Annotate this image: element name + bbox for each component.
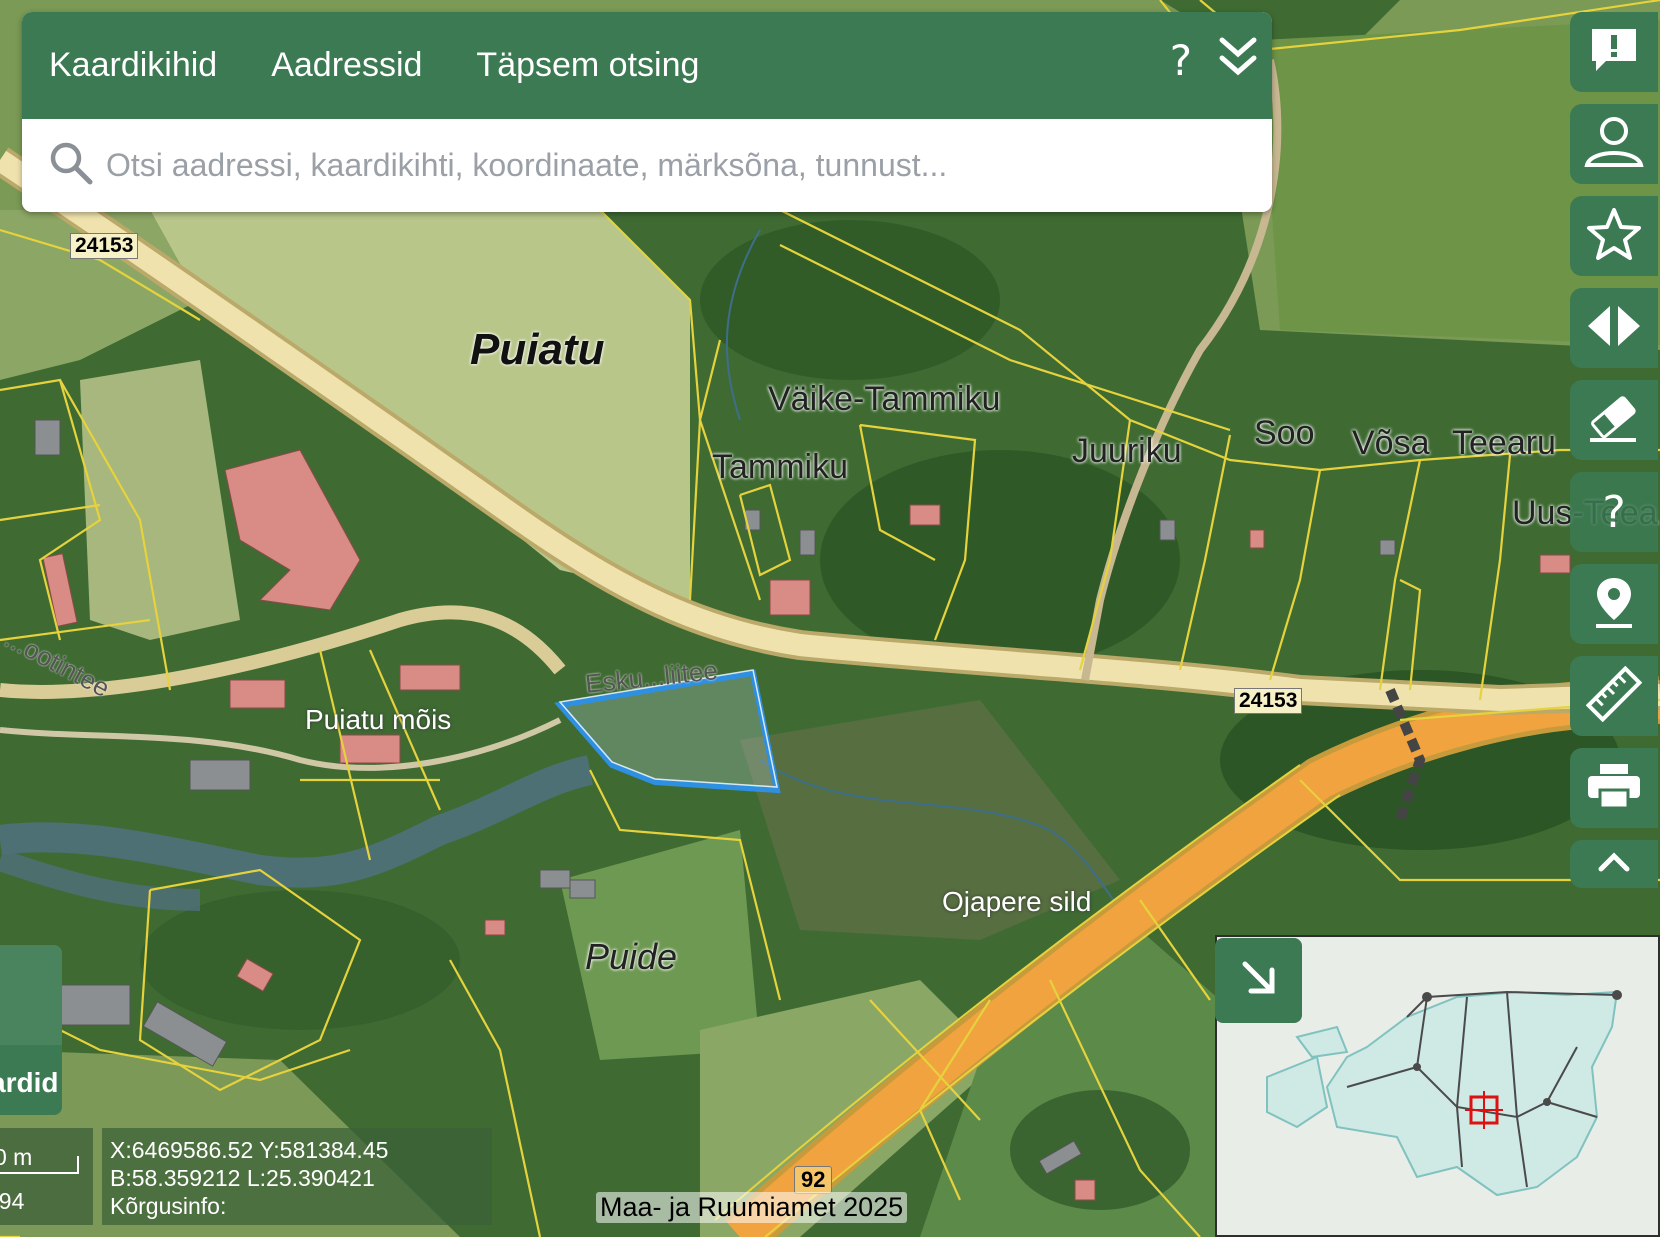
overview-toggle-button[interactable] — [1215, 938, 1302, 1023]
tab-kaardikihid[interactable]: Kaardikihid — [49, 46, 217, 85]
attribution: Maa- ja Ruumiamet 2025 — [596, 1192, 908, 1223]
road-number-label: 24153 — [70, 233, 139, 259]
printer-icon — [1586, 762, 1642, 815]
search-input[interactable] — [104, 146, 1208, 185]
feedback-icon — [1588, 25, 1640, 80]
print-button[interactable] — [1570, 748, 1658, 828]
ruler-icon — [1585, 665, 1643, 727]
layers-tab-label: ardid — [0, 1067, 59, 1098]
eraser-icon — [1586, 392, 1642, 449]
scale-line — [0, 1172, 78, 1174]
search-icon[interactable] — [48, 140, 94, 191]
place-label-ojapere-sild: Ojapere sild — [942, 886, 1092, 917]
header-tabs: Kaardikihid Aadressid Täpsem otsing ? — [22, 12, 1272, 119]
scale-bar: 0 m 594 — [0, 1128, 93, 1225]
place-label-soo: Soo — [1254, 414, 1315, 452]
compare-button[interactable] — [1570, 288, 1658, 368]
tab-tapsem-otsing[interactable]: Täpsem otsing — [476, 46, 699, 85]
place-label-puide: Puide — [585, 936, 678, 977]
road-number-label: 24153 — [1234, 688, 1303, 714]
compare-icon — [1586, 304, 1642, 353]
right-toolbar: ? — [1570, 12, 1660, 900]
favorites-button[interactable] — [1570, 196, 1658, 276]
coordinates-panel: X:6469586.52 Y:581384.45 B:58.359212 L:2… — [102, 1128, 492, 1225]
place-label-puiatu: Puiatu — [470, 325, 605, 374]
search-bar — [22, 119, 1272, 212]
user-button[interactable] — [1570, 104, 1658, 184]
place-label-juuriku: Juuriku — [1072, 432, 1182, 470]
place-label-puiatu-mois: Puiatu mõis — [305, 704, 452, 735]
tab-aadressid[interactable]: Aadressid — [271, 46, 422, 85]
toolbar-collapse-button[interactable] — [1570, 840, 1658, 888]
location-button[interactable] — [1570, 564, 1658, 644]
help-icon: ? — [1602, 486, 1626, 538]
location-pin-icon — [1594, 576, 1634, 633]
search-panel: Kaardikihid Aadressid Täpsem otsing ? — [22, 12, 1272, 212]
feedback-button[interactable] — [1570, 12, 1658, 92]
chevron-up-icon — [1597, 851, 1631, 878]
arrow-down-right-icon — [1239, 958, 1279, 1003]
double-chevron-down-icon[interactable] — [1218, 34, 1258, 87]
help-button[interactable]: ? — [1170, 36, 1192, 85]
scale-distance: 0 m — [0, 1144, 33, 1170]
place-label-tammiku: Tammiku — [712, 448, 849, 486]
star-icon — [1585, 206, 1643, 267]
height-info: Kõrgusinfo: — [110, 1193, 227, 1219]
measure-button[interactable] — [1570, 656, 1658, 736]
eraser-button[interactable] — [1570, 380, 1658, 460]
coordinates-bl: B:58.359212 L:25.390421 — [110, 1165, 375, 1191]
layers-tab[interactable]: ardid — [0, 945, 62, 1115]
place-label-vaike-tammiku: Väike-Tammiku — [768, 380, 1001, 418]
road-number-label: 92 — [794, 1166, 833, 1194]
user-icon — [1583, 115, 1645, 174]
coordinates-xy: X:6469586.52 Y:581384.45 — [110, 1137, 389, 1163]
place-label-vosa: Võsa — [1352, 424, 1430, 462]
place-label-teearu: Teearu — [1452, 424, 1556, 462]
help-tool-button[interactable]: ? — [1570, 472, 1658, 552]
scale-ratio: 594 — [0, 1188, 25, 1214]
